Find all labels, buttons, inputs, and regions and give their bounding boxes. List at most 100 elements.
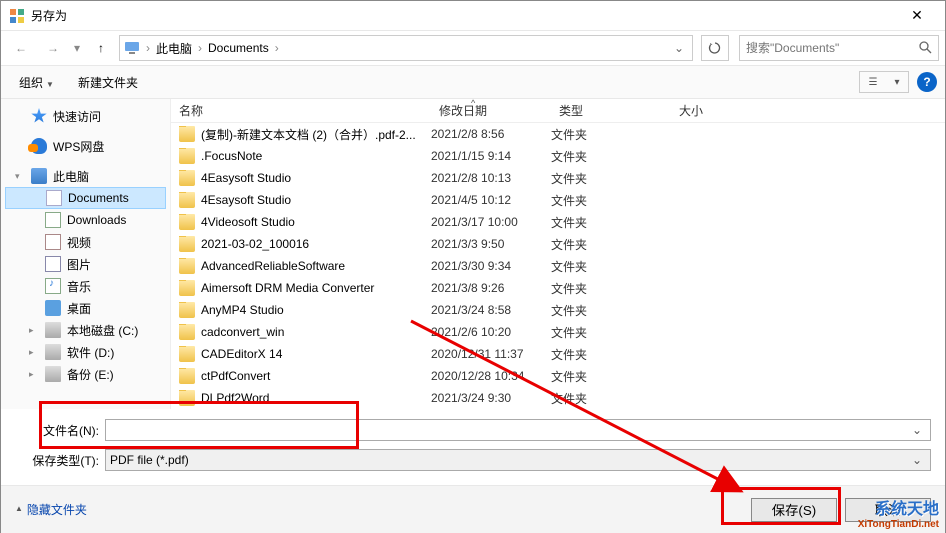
cancel-button[interactable]: 取消: [845, 498, 931, 522]
column-name[interactable]: 名称: [171, 99, 431, 123]
sidebar-label: 桌面: [67, 300, 91, 317]
filetype-dropdown[interactable]: ⌄: [908, 453, 926, 467]
file-name: (复制)-新建文本文档 (2)（合并）.pdf-2...: [201, 126, 416, 143]
folder-icon: [179, 280, 195, 296]
sidebar-label: Downloads: [67, 213, 126, 227]
column-date[interactable]: 修改日期: [431, 99, 551, 123]
file-name: ctPdfConvert: [201, 369, 270, 383]
file-date: 2020/12/31 11:37: [431, 347, 551, 361]
search-icon[interactable]: [918, 40, 932, 57]
app-icon: [9, 8, 25, 24]
file-date: 2021/3/24 9:30: [431, 391, 551, 405]
column-size[interactable]: 大小: [671, 99, 771, 123]
sidebar-item-4[interactable]: Downloads: [5, 209, 166, 231]
sidebar-label: 音乐: [67, 278, 91, 295]
hide-folders-link[interactable]: 隐藏文件夹: [27, 501, 743, 518]
expand-icon[interactable]: ▸: [29, 325, 39, 336]
refresh-button[interactable]: [701, 35, 729, 61]
breadcrumb-dropdown[interactable]: ⌄: [670, 41, 688, 55]
sidebar-label: 此电脑: [53, 168, 89, 185]
file-list: ^ 名称 修改日期 类型 大小 (复制)-新建文本文档 (2)（合并）.pdf-…: [171, 99, 945, 409]
search-box[interactable]: [739, 35, 939, 61]
dialog-body: 快速访问 WPS网盘 ▾ 此电脑 Documents Downloads 视频图片音乐桌面 ▸…: [1, 99, 945, 409]
file-row[interactable]: AnyMP4 Studio2021/3/24 8:58文件夹: [171, 299, 945, 321]
file-date: 2021/2/6 10:20: [431, 325, 551, 339]
sidebar-item-3[interactable]: Documents: [5, 187, 166, 209]
save-button[interactable]: 保存(S): [751, 498, 837, 522]
sidebar: 快速访问 WPS网盘 ▾ 此电脑 Documents Downloads 视频图片音乐桌面 ▸…: [1, 99, 171, 409]
sidebar-item-5[interactable]: 视频: [5, 231, 166, 253]
file-row[interactable]: 4Videosoft Studio2021/3/17 10:00文件夹: [171, 211, 945, 233]
file-date: 2021/3/3 9:50: [431, 237, 551, 251]
new-folder-button[interactable]: 新建文件夹: [68, 70, 148, 95]
column-type[interactable]: 类型: [551, 99, 671, 123]
disk-icon: [45, 344, 61, 360]
filetype-combo[interactable]: PDF file (*.pdf) ⌄: [105, 449, 931, 471]
file-name: 4Esaysoft Studio: [201, 193, 291, 207]
file-date: 2021/3/17 10:00: [431, 215, 551, 229]
file-name: .FocusNote: [201, 149, 262, 163]
breadcrumb-folder[interactable]: Documents: [204, 36, 273, 60]
expand-icon[interactable]: ▸: [29, 369, 39, 380]
file-row[interactable]: 2021-03-02_1000162021/3/3 9:50文件夹: [171, 233, 945, 255]
filename-dropdown[interactable]: ⌄: [908, 423, 926, 437]
file-date: 2021/3/24 8:58: [431, 303, 551, 317]
sidebar-label: 备份 (E:): [67, 366, 114, 383]
file-row[interactable]: (复制)-新建文本文档 (2)（合并）.pdf-2...2021/2/8 8:5…: [171, 123, 945, 145]
filename-combo[interactable]: ⌄: [105, 419, 931, 441]
sidebar-label: 快速访问: [53, 108, 101, 125]
sidebar-item-0[interactable]: 快速访问: [5, 105, 166, 127]
file-row[interactable]: DLPdf2Word2021/3/24 9:30文件夹: [171, 387, 945, 407]
sidebar-item-6[interactable]: 图片: [5, 253, 166, 275]
file-date: 2021/4/5 10:12: [431, 193, 551, 207]
breadcrumb[interactable]: › 此电脑 › Documents › ⌄: [119, 35, 693, 61]
file-type: 文件夹: [551, 368, 671, 385]
sidebar-item-2[interactable]: ▾ 此电脑: [5, 165, 166, 187]
close-button[interactable]: ✕: [897, 7, 937, 24]
file-name: AnyMP4 Studio: [201, 303, 284, 317]
file-row[interactable]: AdvancedReliableSoftware 2021/3/30 9:34文件…: [171, 255, 945, 277]
expand-icon[interactable]: ▸: [29, 347, 39, 358]
sidebar-item-9[interactable]: ▸本地磁盘 (C:): [5, 319, 166, 341]
chevron-right-icon[interactable]: ›: [144, 41, 152, 55]
sidebar-item-1[interactable]: WPS网盘: [5, 135, 166, 157]
chevron-right-icon[interactable]: ›: [273, 41, 281, 55]
file-row[interactable]: .FocusNote2021/1/15 9:14文件夹: [171, 145, 945, 167]
filename-input[interactable]: [110, 423, 908, 437]
up-button[interactable]: ↑: [87, 35, 115, 61]
history-dropdown[interactable]: ▾: [71, 35, 83, 61]
file-type: 文件夹: [551, 258, 671, 275]
help-button[interactable]: ?: [917, 72, 937, 92]
sidebar-item-7[interactable]: 音乐: [5, 275, 166, 297]
sidebar-item-8[interactable]: 桌面: [5, 297, 166, 319]
chevron-right-icon[interactable]: ›: [196, 41, 204, 55]
sidebar-item-10[interactable]: ▸软件 (D:): [5, 341, 166, 363]
forward-button: →: [39, 35, 67, 61]
file-row[interactable]: ctPdfConvert 2020/12/28 10:34文件夹: [171, 365, 945, 387]
footer: ▲ 隐藏文件夹 保存(S) 取消: [1, 485, 945, 533]
expand-icon[interactable]: ▾: [15, 171, 25, 182]
file-date: 2021/3/30 9:34: [431, 259, 551, 273]
organize-button[interactable]: 组织▼: [9, 70, 64, 95]
video-icon: [45, 234, 61, 250]
back-button[interactable]: ←: [7, 35, 35, 61]
expand-icon[interactable]: ▲: [15, 504, 23, 513]
folder-icon: [179, 324, 195, 340]
folder-icon: [179, 170, 195, 186]
file-name: cadconvert_win: [201, 325, 284, 339]
sidebar-label: 图片: [67, 256, 91, 273]
breadcrumb-root[interactable]: 此电脑: [152, 36, 196, 60]
file-row[interactable]: Aimersoft DRM Media Converter2021/3/8 9:…: [171, 277, 945, 299]
star-icon: [31, 108, 47, 124]
search-input[interactable]: [746, 41, 918, 55]
sidebar-item-11[interactable]: ▸ 备份 (E:): [5, 363, 166, 385]
file-date: 2020/12/28 10:34: [431, 369, 551, 383]
file-row[interactable]: CADEditorX 142020/12/31 11:37文件夹: [171, 343, 945, 365]
file-row[interactable]: 4Esaysoft Studio2021/4/5 10:12文件夹: [171, 189, 945, 211]
pc-icon: [124, 40, 140, 56]
file-row[interactable]: cadconvert_win2021/2/6 10:20文件夹: [171, 321, 945, 343]
file-name: CADEditorX 14: [201, 347, 282, 361]
file-row[interactable]: 4Easysoft Studio2021/2/8 10:13文件夹: [171, 167, 945, 189]
view-options[interactable]: ☰▾: [859, 71, 909, 93]
file-name: AdvancedReliableSoftware: [201, 259, 345, 273]
